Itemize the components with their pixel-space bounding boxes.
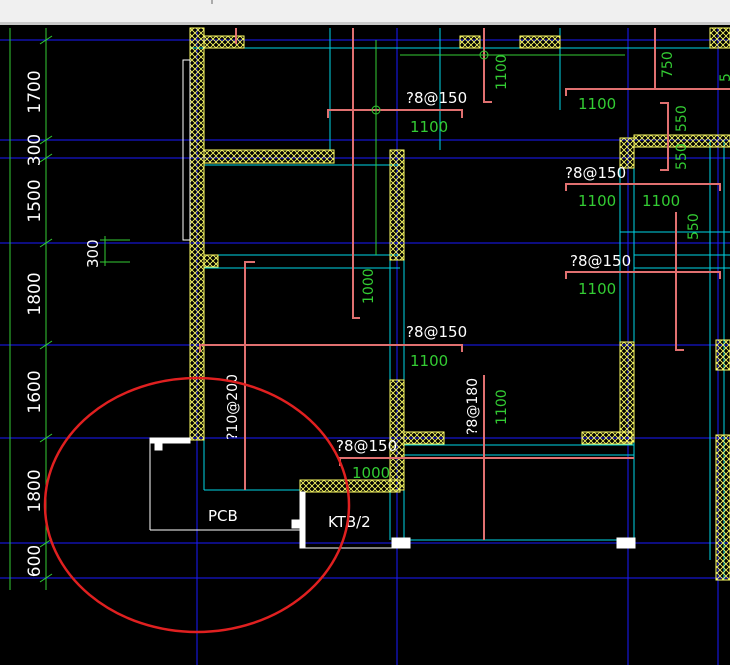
rebar-spec-2: ?8@150 <box>565 164 626 182</box>
vertical-label-d: 1000 <box>361 268 377 304</box>
vertical-label-i: 550 <box>686 213 702 240</box>
rebar-spec-5: ?8@150 <box>336 437 397 455</box>
vertical-label-e: 1100 <box>494 54 510 90</box>
rebar-length-3: 1100 <box>578 280 616 298</box>
vertical-label-h: 550 <box>674 143 690 170</box>
left-dimension-label: 1800 <box>25 272 45 315</box>
left-dimension-label: 300 <box>25 134 45 166</box>
vertical-label-j: 5 <box>718 73 730 82</box>
left-dimension-labels: 1700 300 1500 1800 1600 1800 600 <box>25 70 45 577</box>
vertical-label-g: 550 <box>674 105 690 132</box>
vertical-label-b: ?8@180 <box>465 378 481 435</box>
rebar-length-2b: 1100 <box>642 192 680 210</box>
slab-label-pcb: PCB <box>208 507 238 525</box>
rebar-length-5: 1000 <box>352 464 390 482</box>
rebar-spec-1: ?8@150 <box>406 89 467 107</box>
vertical-label-c: 1100 <box>494 389 510 425</box>
rebar-spec-3: ?8@150 <box>570 252 631 270</box>
rebar-length-2: 1100 <box>578 192 616 210</box>
side-label: 300 <box>84 239 102 268</box>
cad-drawing: 1700 300 1500 1800 1600 1800 600 300 ?8@150 11… <box>0 0 730 665</box>
rebar-length-4: 1100 <box>410 352 448 370</box>
rebar-length-1: 1100 <box>410 118 448 136</box>
top-toolbar-strip <box>0 0 730 22</box>
vertical-label-f: 750 <box>660 51 676 78</box>
left-dimension-label: 1500 <box>25 179 45 222</box>
left-dimension-label: 600 <box>25 545 45 577</box>
left-dimension-label: 1800 <box>25 469 45 512</box>
rebar-spec-4: ?8@150 <box>406 323 467 341</box>
left-dimension-label: 1700 <box>25 70 45 113</box>
side-marker <box>100 236 130 266</box>
top-length-label: 1100 <box>578 95 616 113</box>
left-dimension-label: 1600 <box>25 370 45 413</box>
